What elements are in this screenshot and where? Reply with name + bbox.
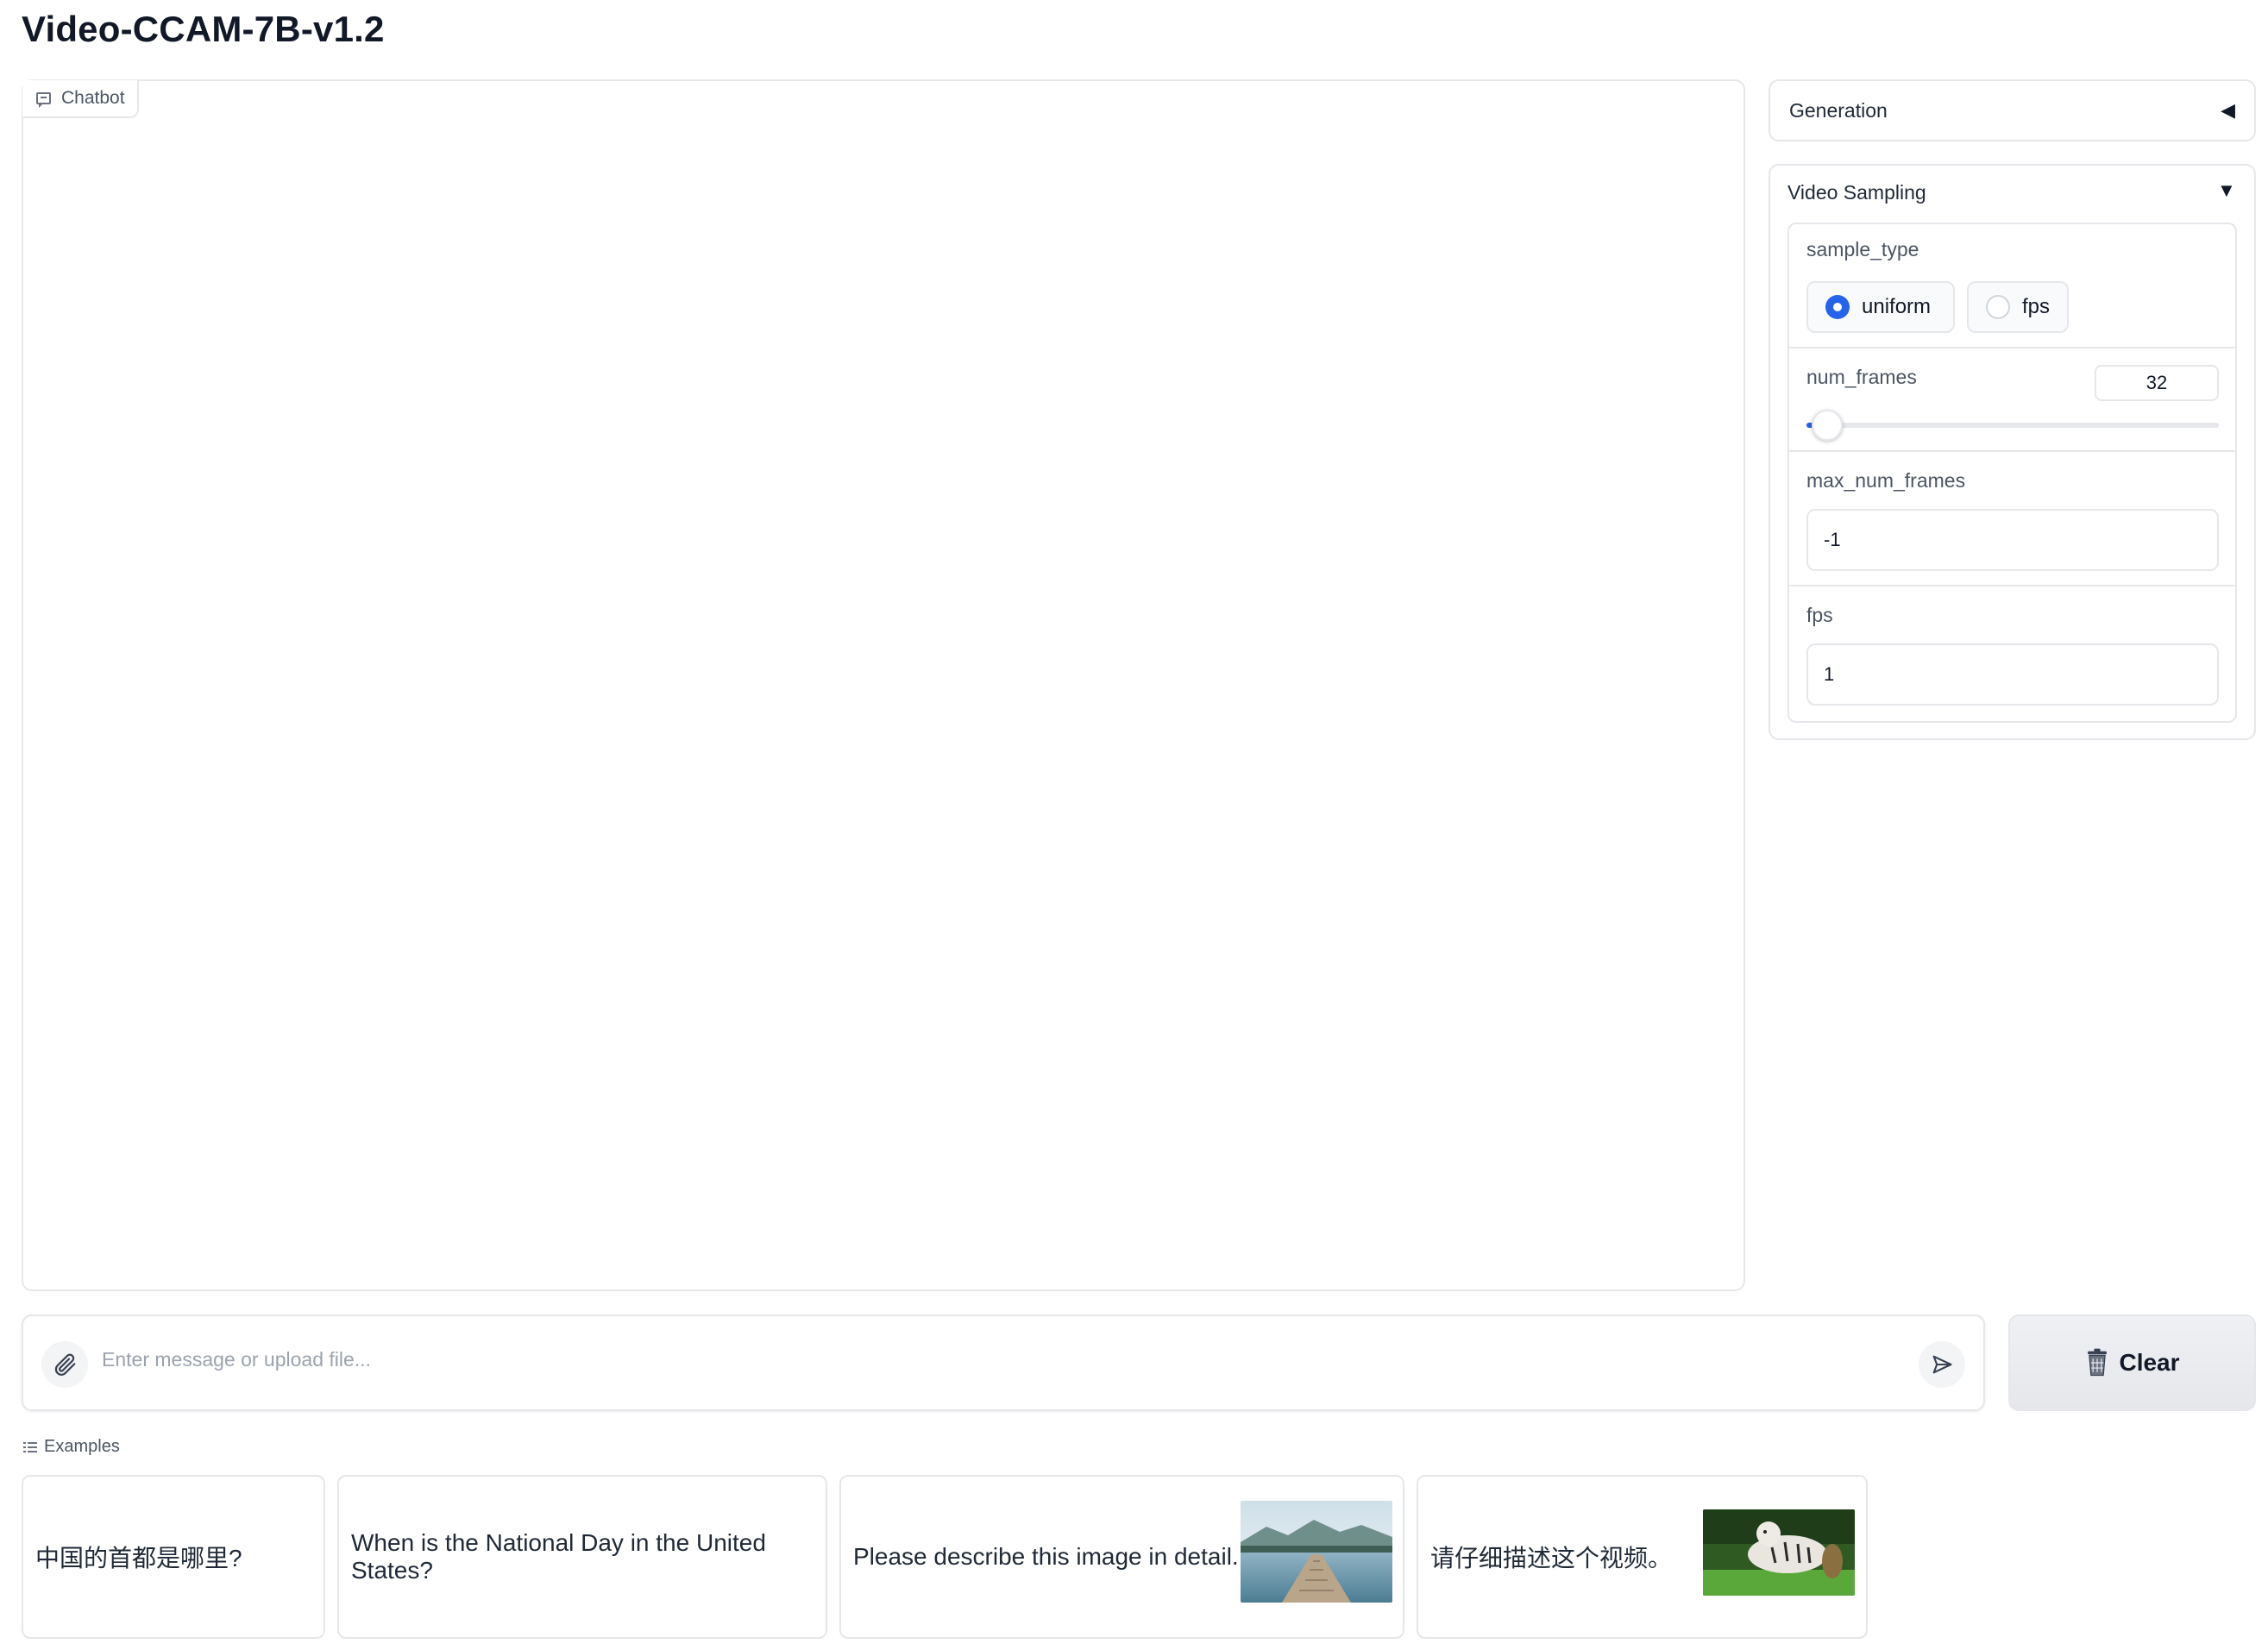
examples-label-text: Examples [44, 1437, 120, 1456]
list-icon [23, 1441, 37, 1453]
app-title: Video-CCAM-7B-v1.2 [22, 9, 385, 49]
divider [1788, 347, 2236, 348]
example-card[interactable]: 中国的首都是哪里? [22, 1475, 325, 1639]
generation-accordion[interactable]: Generation ◀ [1769, 79, 2256, 141]
video-sampling-title[interactable]: Video Sampling [1787, 181, 1926, 204]
num-frames-label: num_frames [1806, 366, 1917, 388]
max-num-frames-input[interactable]: -1 [1806, 509, 2219, 571]
send-button[interactable] [1919, 1341, 1965, 1388]
chatbot-label-text: Chatbot [61, 88, 125, 108]
example-text: 请仔细描述这个视频。 [1430, 1545, 1673, 1572]
radio-unselected-icon[interactable] [1986, 295, 2010, 319]
upload-button[interactable] [41, 1341, 88, 1388]
radio-option-fps[interactable]: fps [1967, 281, 2069, 333]
clear-button-label: Clear [2119, 1349, 2180, 1376]
max-num-frames-label: max_num_frames [1806, 469, 1966, 492]
num-frames-slider-track[interactable] [1806, 423, 2219, 428]
sample-type-label: sample_type [1806, 238, 1919, 260]
num-frames-number-input[interactable]: 32 [2095, 365, 2219, 401]
message-input-placeholder[interactable]: Enter message or upload file... [102, 1348, 371, 1371]
examples-label: Examples [23, 1437, 120, 1457]
example-text: When is the National Day in the United S… [351, 1529, 766, 1584]
divider [1788, 450, 2236, 452]
num-frames-slider-thumb[interactable] [1811, 410, 1843, 441]
lake-dock-thumbnail [1241, 1501, 1392, 1603]
chatbot-panel [22, 79, 1745, 1291]
radio-option-uniform[interactable]: uniform [1806, 281, 1955, 333]
example-text: 中国的首都是哪里? [35, 1545, 242, 1572]
generation-title: Generation [1789, 98, 1888, 122]
clear-button[interactable]: Clear [2008, 1314, 2256, 1411]
example-text: Please describe this image in detail. [853, 1543, 1239, 1570]
expand-arrow-icon[interactable]: ▼ [2217, 179, 2236, 202]
trash-icon [2088, 1348, 2108, 1377]
paperclip-icon [54, 1353, 76, 1376]
chatbot-label: Chatbot [22, 80, 139, 118]
divider [1788, 585, 2236, 587]
chat-icon [36, 92, 51, 108]
example-card[interactable]: When is the National Day in the United S… [337, 1475, 827, 1639]
collapse-arrow-icon[interactable]: ◀ [2221, 99, 2235, 122]
radio-label-uniform: uniform [1862, 295, 1932, 318]
send-icon [1932, 1355, 1952, 1374]
radio-selected-icon[interactable] [1825, 295, 1850, 319]
fps-input[interactable]: 1 [1806, 643, 2219, 706]
fps-label: fps [1806, 604, 1833, 626]
radio-label-fps: fps [2021, 295, 2050, 318]
tiger-video-thumbnail [1703, 1509, 1855, 1596]
